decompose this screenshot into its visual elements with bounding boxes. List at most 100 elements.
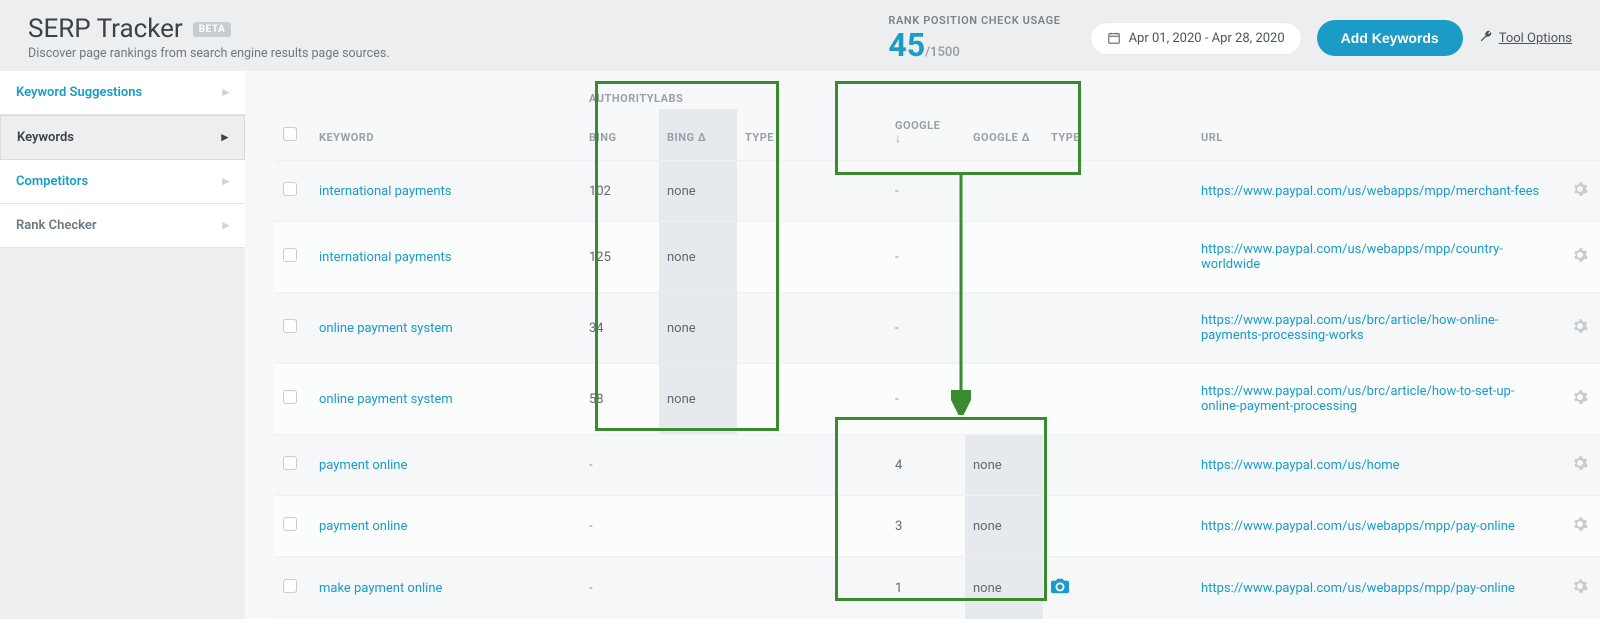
cell-type-1 [737, 161, 827, 222]
column-header-type-1[interactable]: TYPE [737, 109, 827, 161]
tool-options-text: Tool Options [1499, 31, 1572, 46]
url-link[interactable]: https://www.paypal.com/us/webapps/mpp/co… [1201, 242, 1503, 272]
cell-bing: 125 [581, 222, 659, 293]
cell-google-delta [965, 161, 1043, 222]
row-checkbox[interactable] [283, 390, 297, 404]
cell-type-2 [1043, 161, 1133, 222]
cell-google: - [887, 161, 965, 222]
column-header-google-delta[interactable]: GOOGLE Δ [965, 109, 1043, 161]
gear-icon[interactable] [1572, 516, 1588, 532]
table-row: online payment system58none-https://www.… [275, 364, 1600, 435]
sidebar-item-competitors[interactable]: Competitors ▸ [0, 160, 245, 204]
cell-type-1 [737, 557, 827, 619]
row-checkbox[interactable] [283, 517, 297, 531]
cell-type-1 [737, 364, 827, 435]
table-row: online payment system34none-https://www.… [275, 293, 1600, 364]
keyword-link[interactable]: online payment system [319, 392, 453, 407]
cell-google: 3 [887, 496, 965, 557]
cell-google-delta [965, 222, 1043, 293]
cell-type-1 [737, 222, 827, 293]
row-checkbox[interactable] [283, 248, 297, 262]
chevron-right-icon: ▸ [222, 85, 229, 100]
cell-google-delta [965, 364, 1043, 435]
cell-bing: - [581, 435, 659, 496]
keyword-link[interactable]: online payment system [319, 321, 453, 336]
gear-icon[interactable] [1572, 181, 1588, 197]
cell-type-2 [1043, 293, 1133, 364]
column-header-url[interactable]: URL [1193, 109, 1560, 161]
wrench-icon [1479, 29, 1493, 47]
column-header-type-2[interactable]: TYPE [1043, 109, 1133, 161]
cell-bing-delta: none [659, 161, 737, 222]
cell-bing-delta [659, 557, 737, 619]
cell-bing-delta: none [659, 293, 737, 364]
page-subtitle: Discover page rankings from search engin… [28, 46, 390, 61]
camera-icon[interactable] [1051, 577, 1069, 595]
cell-type-2 [1043, 435, 1133, 496]
sidebar-item-keywords[interactable]: Keywords ▸ [0, 115, 245, 160]
row-checkbox[interactable] [283, 319, 297, 333]
cell-google-delta [965, 293, 1043, 364]
gear-icon[interactable] [1572, 318, 1588, 334]
table-row: international payments102none-https://ww… [275, 161, 1600, 222]
keyword-link[interactable]: payment online [319, 519, 407, 534]
gear-icon[interactable] [1572, 389, 1588, 405]
sidebar-item-keyword-suggestions[interactable]: Keyword Suggestions ▸ [0, 71, 245, 115]
column-header-bing[interactable]: BING [581, 109, 659, 161]
cell-type-1 [737, 496, 827, 557]
cell-google: - [887, 364, 965, 435]
table-row: make payment online-1nonehttps://www.pay… [275, 557, 1600, 619]
chevron-right-icon: ▸ [222, 174, 229, 189]
cell-google: - [887, 222, 965, 293]
table-row: payment online - 3none https://www.paypal.c… [275, 496, 1600, 557]
sidebar-item-label: Keywords [17, 130, 74, 145]
cell-bing: - [581, 557, 659, 619]
select-all-checkbox[interactable] [283, 127, 297, 141]
keyword-link[interactable]: international payments [319, 184, 451, 199]
cell-type-2 [1043, 557, 1133, 619]
sidebar-item-label: Rank Checker [16, 218, 97, 233]
keyword-link[interactable]: make payment online [319, 581, 442, 596]
date-range-text: Apr 01, 2020 - Apr 28, 2020 [1129, 31, 1285, 46]
cell-bing: - [581, 496, 659, 557]
usage-value: 45 [888, 29, 925, 61]
content: AUTHORITYLABS KEYWORD BING BING Δ TYPE [245, 71, 1600, 619]
cell-type-2 [1043, 364, 1133, 435]
row-checkbox[interactable] [283, 579, 297, 593]
cell-google: 1 [887, 557, 965, 619]
add-keywords-button[interactable]: Add Keywords [1317, 20, 1463, 56]
gear-icon[interactable] [1572, 247, 1588, 263]
cell-type-2 [1043, 222, 1133, 293]
column-header-keyword[interactable]: KEYWORD [311, 109, 581, 161]
cell-type-2 [1043, 496, 1133, 557]
cell-type-1 [737, 435, 827, 496]
cell-type-1 [737, 293, 827, 364]
url-link[interactable]: https://www.paypal.com/us/brc/article/ho… [1201, 384, 1514, 414]
url-link[interactable]: https://www.paypal.com/us/brc/article/ho… [1201, 313, 1498, 343]
tool-options-link[interactable]: Tool Options [1479, 29, 1572, 47]
date-range-picker[interactable]: Apr 01, 2020 - Apr 28, 2020 [1091, 23, 1301, 54]
cell-google-delta: none [965, 496, 1043, 557]
url-link[interactable]: https://www.paypal.com/us/webapps/mpp/pa… [1201, 581, 1515, 596]
url-link[interactable]: https://www.paypal.com/us/home [1201, 458, 1400, 473]
gear-icon[interactable] [1572, 578, 1588, 594]
usage-total: /1500 [925, 45, 960, 60]
header-right: Apr 01, 2020 - Apr 28, 2020 Add Keywords… [1091, 20, 1572, 56]
table-row: international payments 125none - https://ww… [275, 222, 1600, 293]
keyword-link[interactable]: payment online [319, 458, 407, 473]
chevron-right-icon: ▸ [222, 218, 229, 233]
row-checkbox[interactable] [283, 182, 297, 196]
calendar-icon [1107, 31, 1121, 45]
cell-bing-delta: none [659, 222, 737, 293]
sidebar: Keyword Suggestions ▸ Keywords ▸ Competi… [0, 71, 245, 619]
column-header-bing-delta[interactable]: BING Δ [659, 109, 737, 161]
url-link[interactable]: https://www.paypal.com/us/webapps/mpp/me… [1201, 184, 1539, 199]
row-checkbox[interactable] [283, 456, 297, 470]
cell-bing-delta [659, 435, 737, 496]
url-link[interactable]: https://www.paypal.com/us/webapps/mpp/pa… [1201, 519, 1515, 534]
keyword-link[interactable]: international payments [319, 250, 451, 265]
sidebar-item-rank-checker[interactable]: Rank Checker ▸ [0, 204, 245, 248]
column-header-google[interactable]: GOOGLE↓ [887, 109, 965, 161]
gear-icon[interactable] [1572, 455, 1588, 471]
header-left: SERP Tracker BETA Discover page rankings… [28, 14, 390, 61]
